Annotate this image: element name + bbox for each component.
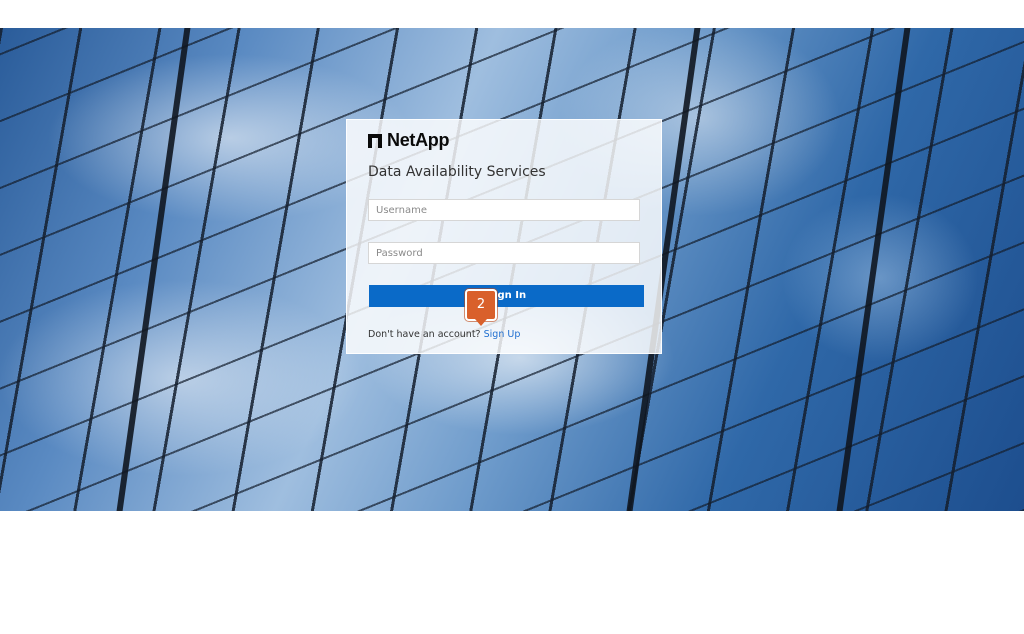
signup-prompt-line: Don't have an account? Sign Up [368, 329, 520, 340]
signup-prompt-text: Don't have an account? [368, 329, 481, 340]
page-title: Data Availability Services [368, 164, 546, 180]
sign-up-link[interactable]: Sign Up [484, 329, 521, 340]
brand-header: NetApp [368, 130, 450, 151]
netapp-logo-icon [368, 133, 382, 148]
login-panel: NetApp Data Availability Services Sign I… [346, 119, 662, 354]
username-input[interactable] [368, 199, 640, 221]
step-marker-number: 2 [465, 289, 497, 321]
step-marker: 2 [465, 289, 497, 326]
step-marker-pointer-icon [475, 319, 487, 326]
sign-in-button[interactable]: Sign In [369, 285, 644, 307]
brand-name: NetApp [387, 130, 450, 150]
password-input[interactable] [368, 242, 640, 264]
